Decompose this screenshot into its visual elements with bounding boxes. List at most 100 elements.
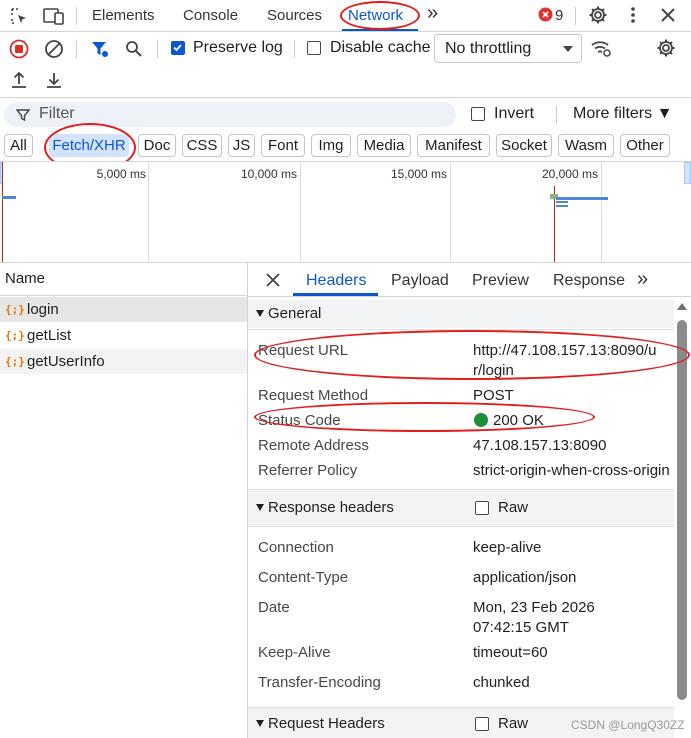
- remote-address-key: Remote Address: [258, 437, 369, 454]
- timeline-gridline: [450, 162, 451, 262]
- invert-label[interactable]: Invert: [494, 105, 534, 123]
- timeline-gridline: [148, 162, 149, 262]
- status-code-key: Status Code: [258, 412, 341, 429]
- filter-chip-font[interactable]: Font: [261, 134, 305, 157]
- expand-triangle-icon: [256, 310, 264, 317]
- request-url-key: Request URL: [258, 342, 349, 359]
- tab-payload[interactable]: Payload: [391, 272, 449, 290]
- date-value-line1: Mon, 23 Feb 2026: [473, 599, 595, 616]
- request-name: getList: [27, 327, 72, 344]
- chevron-down-icon: [563, 46, 573, 52]
- filter-icon[interactable]: [89, 38, 111, 60]
- preserve-log-checkbox[interactable]: [171, 41, 185, 55]
- request-list-header[interactable]: Name: [5, 270, 45, 287]
- timeline-tick-label: 5,000 ms: [96, 167, 146, 181]
- network-conditions-wifi-icon[interactable]: [589, 37, 613, 59]
- divider: [0, 295, 247, 296]
- more-options-icon[interactable]: [623, 4, 643, 26]
- referrer-policy-value: strict-origin-when-cross-origin: [473, 462, 670, 479]
- error-count[interactable]: 9: [555, 4, 563, 28]
- filter-chip-other[interactable]: Other: [620, 134, 670, 157]
- filter-chip-doc[interactable]: Doc: [138, 134, 176, 157]
- remote-address-value: 47.108.157.13:8090: [473, 437, 607, 454]
- scrollbar-thumb[interactable]: [677, 320, 687, 700]
- toolbar-divider: [294, 40, 295, 58]
- network-settings-gear-icon[interactable]: [655, 37, 677, 59]
- filter-input[interactable]: Filter: [4, 102, 456, 127]
- error-icon: [538, 7, 553, 22]
- timeline-request-bar: [556, 201, 568, 203]
- filter-chip-manifest[interactable]: Manifest: [417, 134, 490, 157]
- filter-chip-wasm[interactable]: Wasm: [558, 134, 614, 157]
- scroll-up-arrow[interactable]: [677, 303, 687, 310]
- close-devtools-icon[interactable]: [657, 4, 679, 26]
- divider: [0, 262, 691, 263]
- status-ok-dot-icon: [474, 413, 488, 427]
- request-name: login: [27, 301, 59, 318]
- throttling-select[interactable]: No throttling: [434, 34, 582, 63]
- tab-console[interactable]: Console: [183, 4, 238, 28]
- stop-recording-icon[interactable]: [8, 38, 30, 60]
- filter-chip-socket[interactable]: Socket: [496, 134, 552, 157]
- timeline-marker-red: [2, 162, 3, 262]
- connection-key: Connection: [258, 539, 334, 556]
- device-toolbar-icon[interactable]: [42, 5, 66, 27]
- close-details-icon[interactable]: [264, 271, 282, 289]
- request-url-value-line2: r/login: [473, 362, 514, 379]
- preserve-log-label[interactable]: Preserve log: [193, 39, 283, 57]
- timeline-tick-label: 10,000 ms: [240, 167, 297, 181]
- filter-chip-js[interactable]: JS: [228, 134, 255, 157]
- status-code-value: 200 OK: [493, 412, 544, 429]
- import-har-icon[interactable]: [8, 69, 30, 91]
- inspect-element-icon[interactable]: [8, 5, 30, 27]
- disable-cache-checkbox[interactable]: [307, 41, 321, 55]
- timeline-tick-label: 15,000 ms: [390, 167, 447, 181]
- tab-sources[interactable]: Sources: [267, 4, 322, 28]
- request-headers-raw-checkbox[interactable]: [475, 717, 489, 731]
- tab-response[interactable]: Response: [553, 272, 625, 290]
- tab-elements[interactable]: Elements: [92, 4, 155, 28]
- filter-chip-all[interactable]: All: [4, 134, 33, 157]
- date-value-line2: 07:42:15 GMT: [473, 619, 569, 636]
- expand-triangle-icon: [256, 720, 264, 727]
- connection-value: keep-alive: [473, 539, 542, 556]
- export-har-icon[interactable]: [43, 69, 65, 91]
- request-row-getuserinfo[interactable]: {;} getUserInfo: [0, 349, 247, 374]
- transfer-encoding-value: chunked: [473, 674, 530, 691]
- filter-chip-css[interactable]: CSS: [182, 134, 222, 157]
- request-headers-title: Request Headers: [268, 715, 385, 732]
- divider: [0, 31, 691, 32]
- search-icon[interactable]: [123, 38, 145, 60]
- toolbar-divider: [575, 7, 576, 25]
- tab-headers[interactable]: Headers: [306, 272, 366, 290]
- xhr-icon: {;}: [5, 303, 25, 316]
- request-method-key: Request Method: [258, 387, 369, 404]
- filter-chip-media[interactable]: Media: [357, 134, 411, 157]
- disable-cache-label[interactable]: Disable cache: [330, 39, 431, 57]
- clear-icon[interactable]: [43, 38, 65, 60]
- response-headers-raw-checkbox[interactable]: [475, 501, 489, 515]
- request-row-login[interactable]: {;} login: [0, 297, 247, 322]
- filter-placeholder: Filter: [39, 105, 75, 122]
- toolbar-divider: [76, 7, 77, 25]
- request-name: getUserInfo: [27, 353, 105, 370]
- general-title: General: [268, 305, 322, 322]
- more-filters-dropdown[interactable]: More filters ▼: [573, 105, 672, 123]
- timeline-right-handle[interactable]: [684, 162, 691, 184]
- invert-checkbox[interactable]: [471, 107, 485, 121]
- divider: [248, 329, 674, 330]
- settings-gear-icon[interactable]: [587, 4, 609, 26]
- filter-chip-fetch-xhr[interactable]: Fetch/XHR: [49, 134, 129, 157]
- timeline-tick-label: 20,000 ms: [541, 167, 598, 181]
- date-key: Date: [258, 599, 290, 616]
- more-tabs-icon[interactable]: »: [427, 1, 438, 25]
- tab-preview[interactable]: Preview: [472, 272, 529, 290]
- more-tabs-icon[interactable]: »: [637, 268, 648, 291]
- request-headers-raw-label[interactable]: Raw: [498, 715, 528, 732]
- response-headers-raw-label[interactable]: Raw: [498, 499, 528, 516]
- tab-network[interactable]: Network: [348, 4, 403, 28]
- keep-alive-value: timeout=60: [473, 644, 548, 661]
- divider: [248, 296, 691, 297]
- filter-chip-img[interactable]: Img: [311, 134, 351, 157]
- request-row-getlist[interactable]: {;} getList: [0, 323, 247, 348]
